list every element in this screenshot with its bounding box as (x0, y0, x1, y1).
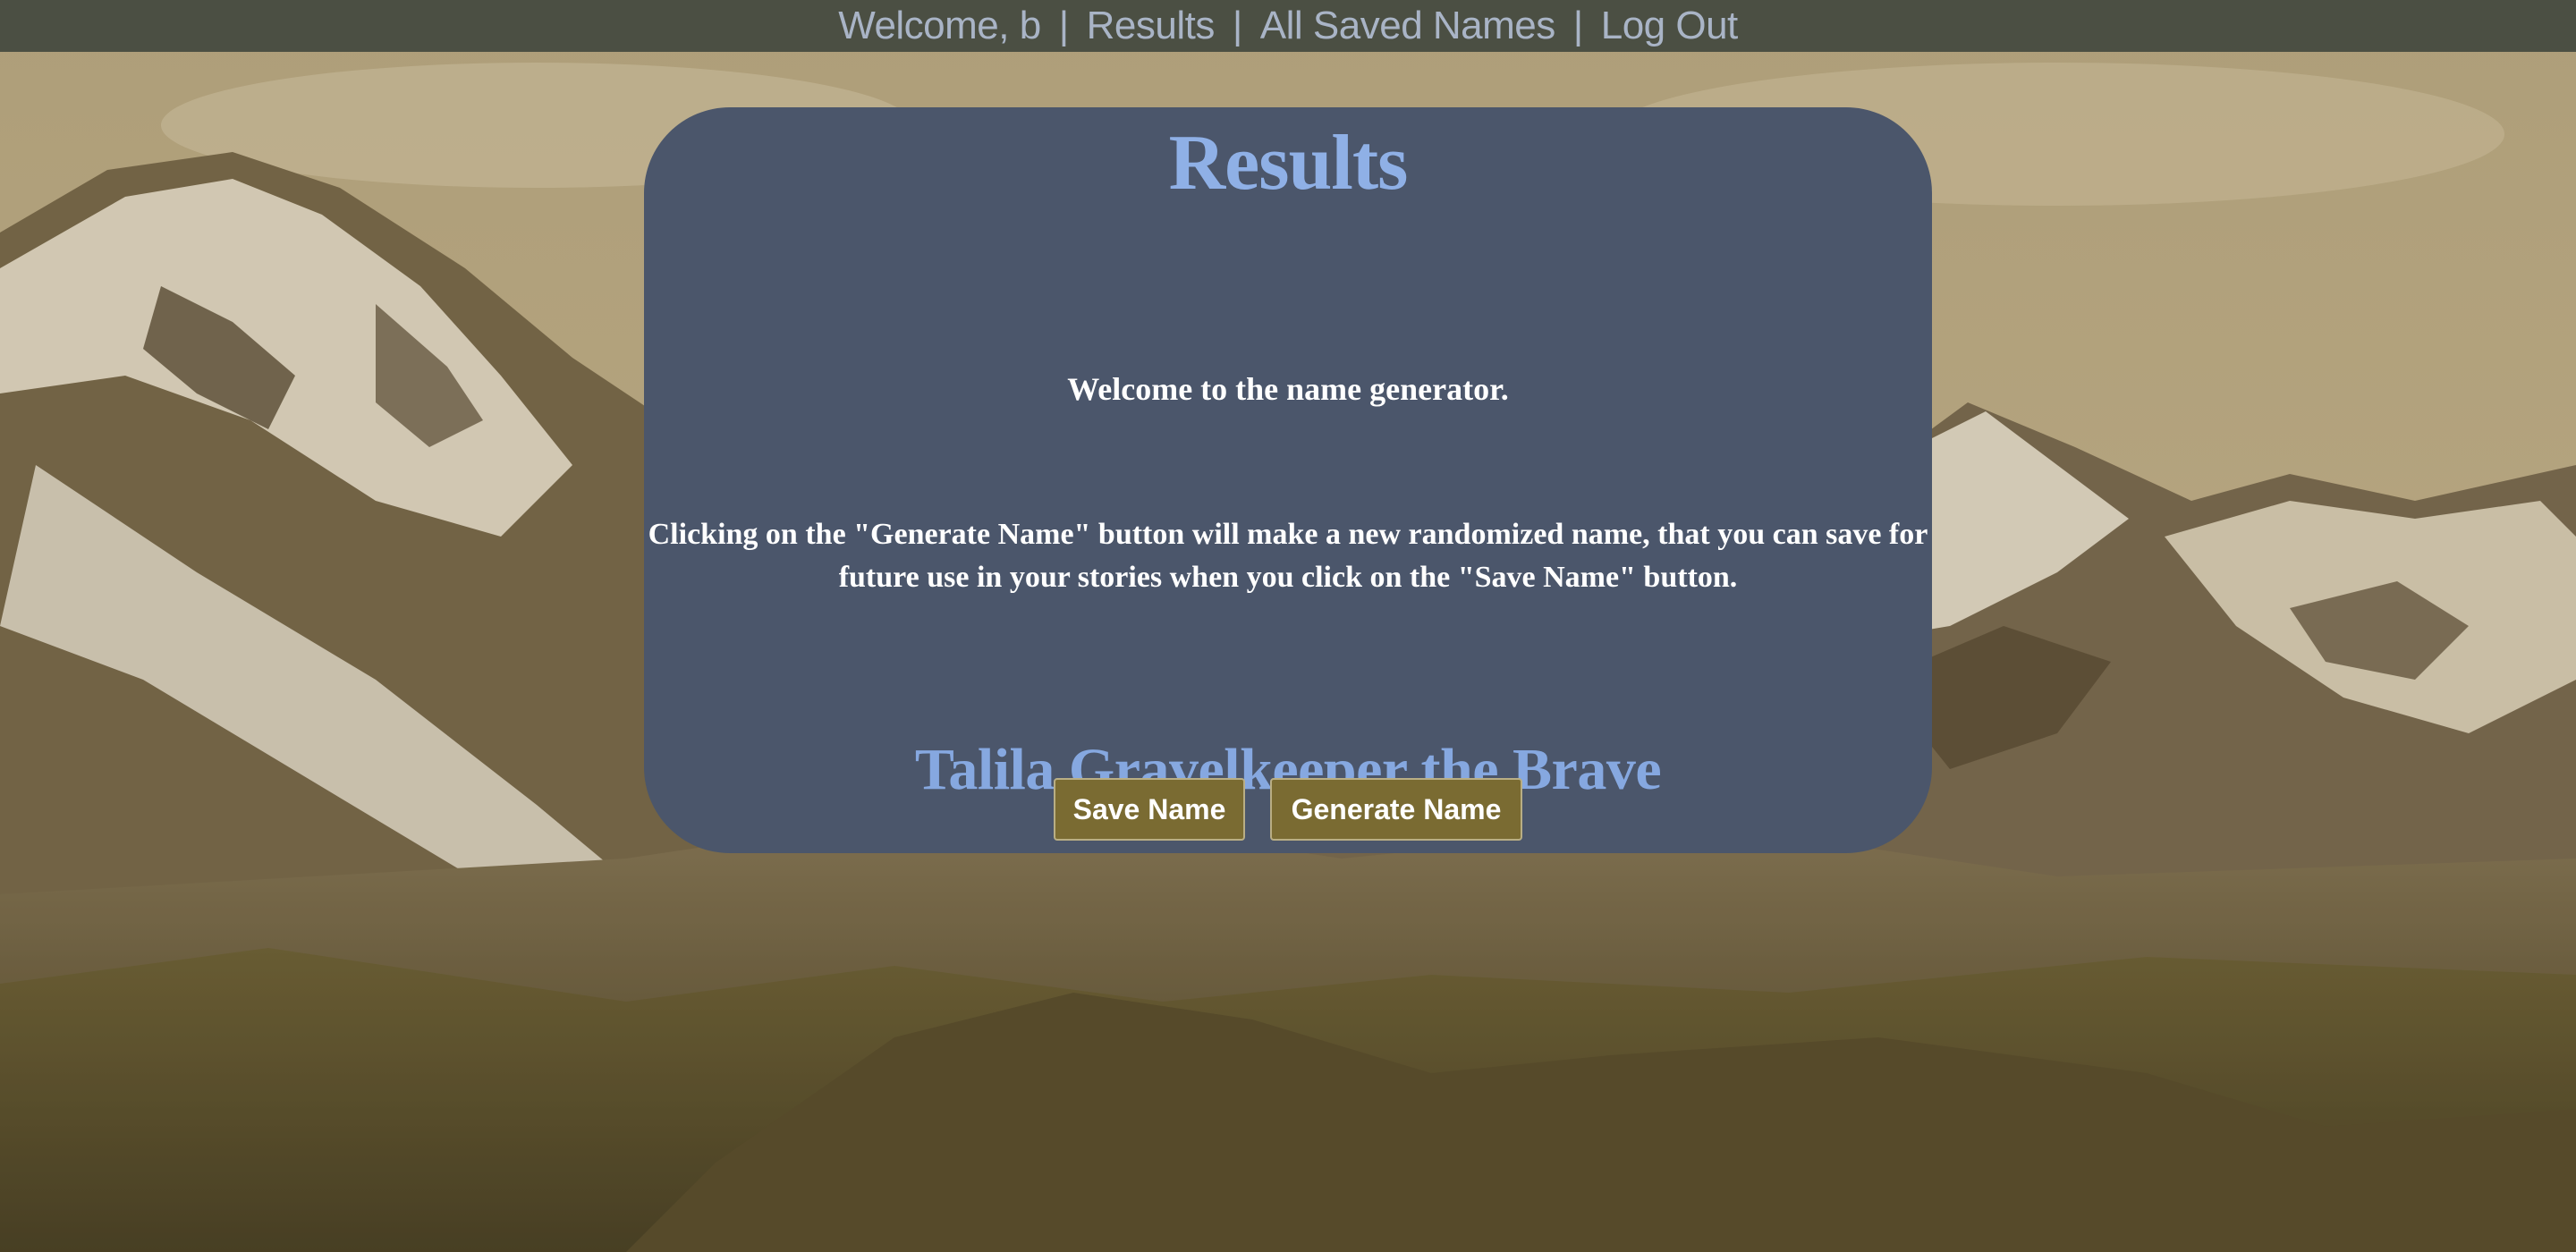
page-title: Results (1168, 120, 1409, 207)
save-name-button[interactable]: Save Name (1054, 778, 1245, 841)
welcome-greeting: Welcome, b (838, 4, 1041, 47)
action-buttons: Save Name Generate Name (0, 778, 2576, 841)
instructions-text: Clicking on the "Generate Name" button w… (648, 518, 1928, 594)
results-card: Results Welcome to the name generator. C… (644, 107, 1932, 853)
nav-link-results[interactable]: Results (1083, 4, 1218, 48)
top-navbar: Welcome, b | Results | All Saved Names |… (0, 0, 2576, 52)
generate-name-button[interactable]: Generate Name (1270, 778, 1522, 841)
nav-separator: | (1058, 4, 1069, 47)
intro-text: Welcome to the name generator. (1067, 371, 1509, 407)
nav-link-log-out[interactable]: Log Out (1597, 4, 1741, 48)
nav-link-all-saved-names[interactable]: All Saved Names (1257, 4, 1559, 48)
nav-separator: | (1232, 4, 1242, 47)
nav-separator: | (1572, 4, 1583, 47)
